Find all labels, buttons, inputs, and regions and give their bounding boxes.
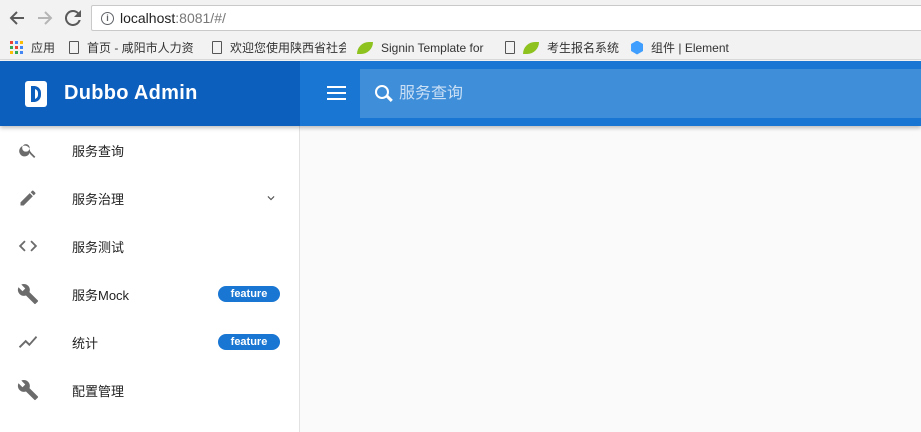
sidebar-item-label: 统计 <box>72 335 99 351</box>
back-arrow-icon[interactable] <box>6 7 28 29</box>
brand: Dubbo Admin <box>0 61 300 126</box>
sidebar: 服务查询 服务治理 服务测试 服务Mock feature 统计 feature <box>0 126 300 432</box>
search-box[interactable] <box>360 69 921 118</box>
search-input[interactable] <box>399 84 799 103</box>
wrench-icon <box>17 379 39 401</box>
bookmark-label: 应用 <box>31 41 56 55</box>
leaf-icon <box>357 41 374 54</box>
sidebar-item-config-management[interactable]: 配置管理 <box>0 366 299 414</box>
bookmark-item[interactable]: Signin Template for <box>357 41 493 55</box>
dubbo-logo-icon <box>25 80 47 107</box>
url-path: :8081/#/ <box>175 10 226 26</box>
forward-arrow-icon[interactable] <box>34 7 56 29</box>
leaf-icon <box>523 41 540 54</box>
chevron-down-icon[interactable] <box>264 191 278 205</box>
sidebar-item-label: 服务查询 <box>72 143 125 159</box>
url-host: localhost <box>120 10 176 26</box>
sidebar-item-statistics[interactable]: 统计 feature <box>0 318 299 366</box>
bookmark-label: 组件 | Element <box>651 41 729 55</box>
trending-icon <box>17 331 39 353</box>
bookmark-apps[interactable]: 应用 <box>10 39 55 56</box>
address-bar[interactable]: i localhost:8081/#/ <box>91 5 921 31</box>
wrench-icon <box>17 283 39 305</box>
element-cube-icon <box>631 40 644 55</box>
bookmark-item[interactable]: 首页 - 咸阳市人力资 <box>69 39 201 56</box>
code-icon <box>17 235 39 257</box>
main-content <box>300 126 921 432</box>
info-icon[interactable]: i <box>101 11 114 25</box>
sidebar-item-service-test[interactable]: 服务测试 <box>0 222 299 270</box>
sidebar-item-service-mock[interactable]: 服务Mock feature <box>0 270 299 318</box>
bookmark-item[interactable]: 考生报名系统 <box>505 39 619 56</box>
bookmark-item[interactable]: 组件 | Element <box>631 39 729 56</box>
sidebar-item-label: 配置管理 <box>72 383 125 399</box>
app-title: Dubbo Admin <box>64 82 198 104</box>
browser-toolbar: i localhost:8081/#/ <box>0 0 921 36</box>
pencil-icon <box>17 187 39 209</box>
sidebar-item-label: 服务测试 <box>72 239 125 255</box>
reload-icon[interactable] <box>62 7 84 29</box>
app-header: Dubbo Admin <box>0 61 921 126</box>
sidebar-item-label: 服务治理 <box>72 191 125 207</box>
document-icon <box>69 41 80 54</box>
bookmarks-bar: 应用 首页 - 咸阳市人力资 欢迎您使用陕西省社会 Signin Templat… <box>0 36 921 60</box>
hamburger-menu-icon[interactable] <box>327 86 346 100</box>
bookmark-item[interactable]: 欢迎您使用陕西省社会 <box>212 39 346 56</box>
apps-grid-icon <box>10 41 23 54</box>
bookmark-label: 欢迎您使用陕西省社会 <box>230 41 347 55</box>
bookmark-label: 首页 - 咸阳市人力资 <box>87 41 194 55</box>
sidebar-item-service-query[interactable]: 服务查询 <box>0 126 299 174</box>
feature-badge: feature <box>218 334 280 350</box>
url-text: localhost:8081/#/ <box>120 10 226 26</box>
bookmark-label: 考生报名系统 <box>547 41 620 55</box>
sidebar-item-label: 服务Mock <box>72 287 130 303</box>
feature-badge: feature <box>218 286 280 302</box>
document-icon <box>505 41 516 54</box>
search-icon <box>17 139 39 161</box>
document-icon <box>212 41 223 54</box>
bookmark-label: Signin Template for <box>381 40 484 55</box>
sidebar-item-service-governance[interactable]: 服务治理 <box>0 174 299 222</box>
search-icon <box>375 84 393 103</box>
